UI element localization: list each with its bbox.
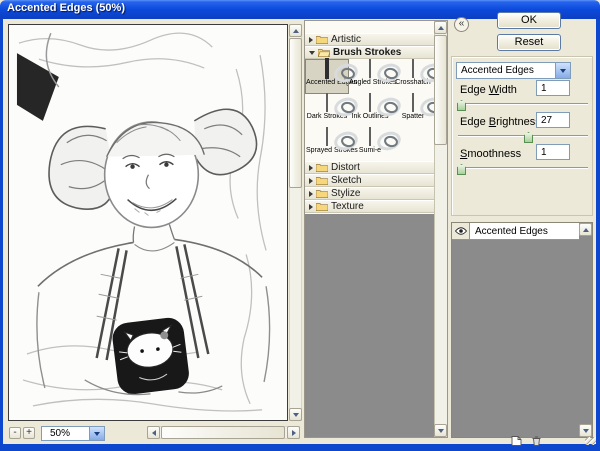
category-stylize[interactable]: Stylize <box>305 187 435 200</box>
fx-vscroll-up-icon[interactable] <box>579 223 592 236</box>
browser-vscroll-up-icon[interactable] <box>434 21 447 34</box>
filter-thumbnail-grid: Accented Edges Angled Strokes Crosshatch… <box>305 58 435 161</box>
collapse-thumbnails-icon[interactable] <box>454 17 469 32</box>
folder-icon <box>316 203 328 211</box>
filter-thumbnail-image <box>412 59 414 78</box>
filter-thumb-crosshatch[interactable]: Crosshatch <box>392 59 434 93</box>
category-label: Artistic <box>331 34 361 45</box>
smoothness-slider-track[interactable] <box>458 167 588 169</box>
smoothness-label: Smoothness <box>460 148 522 160</box>
expand-arrow-icon <box>309 164 313 171</box>
filter-thumbnail-image <box>326 127 328 146</box>
resize-grip[interactable] <box>585 437 596 445</box>
effect-layer-row[interactable]: Accented Edges <box>452 223 579 240</box>
preview-vscroll-down-icon[interactable] <box>289 408 302 421</box>
smoothness-input[interactable] <box>536 144 570 160</box>
collapse-arrow-icon <box>309 50 315 55</box>
zoom-level-value: 50% <box>50 428 71 439</box>
category-label: Distort <box>331 162 360 173</box>
filter-dropdown-arrow-icon[interactable] <box>555 63 570 78</box>
edge-width-input[interactable] <box>536 80 570 96</box>
browser-empty-area <box>305 214 435 437</box>
filter-browser-panel: Artistic Brush Strokes Accented Edges An… <box>304 20 448 438</box>
filter-thumb-dark-strokes[interactable]: Dark Strokes <box>306 93 348 127</box>
filter-thumbnail-image <box>326 93 328 112</box>
edge-brightness-input[interactable] <box>536 112 570 128</box>
fx-vscroll-down-icon[interactable] <box>579 424 592 437</box>
delete-effect-layer-icon[interactable] <box>532 436 541 446</box>
zoom-level-dropdown[interactable]: 50% <box>41 426 105 441</box>
edge-width-label: Edge Width <box>460 84 517 96</box>
filter-thumb-ink-outlines[interactable]: Ink Outlines <box>349 93 391 127</box>
zoom-out-button[interactable]: - <box>9 427 21 439</box>
category-sketch[interactable]: Sketch <box>305 174 435 187</box>
preview-hscroll-thumb[interactable] <box>161 426 285 439</box>
window-border-bottom <box>0 444 600 451</box>
effect-layers-panel: Accented Edges <box>451 222 593 438</box>
category-label: Brush Strokes <box>333 47 402 58</box>
category-artistic[interactable]: Artistic <box>305 33 435 46</box>
filter-thumb-sumi-e[interactable]: Sumi-e <box>349 127 391 161</box>
filter-thumbnail-image <box>369 93 371 112</box>
folder-icon <box>316 36 328 44</box>
folder-icon <box>316 190 328 198</box>
category-texture[interactable]: Texture <box>305 200 435 213</box>
browser-vscroll-down-icon[interactable] <box>434 424 447 437</box>
preview-vscroll-up-icon[interactable] <box>289 24 302 37</box>
preview-hscroll-left-icon[interactable] <box>147 426 160 439</box>
filter-thumbnail-image <box>369 59 371 78</box>
zoom-dropdown-arrow-icon[interactable] <box>89 427 104 440</box>
eye-icon <box>454 227 467 235</box>
preview-pane[interactable] <box>8 24 288 421</box>
filter-thumbnail-image <box>325 58 329 79</box>
folder-icon <box>316 177 328 185</box>
filter-thumb-sprayed-strokes[interactable]: Sprayed Strokes <box>306 127 358 161</box>
reset-button[interactable]: Reset <box>497 34 561 51</box>
browser-vscroll-thumb[interactable] <box>434 35 447 145</box>
window-title: Accented Edges (50%) <box>7 2 125 14</box>
new-effect-layer-icon[interactable] <box>511 436 522 446</box>
preview-hscroll-right-icon[interactable] <box>287 426 300 439</box>
filter-thumbnail-image <box>369 127 371 146</box>
filter-thumbnail-image <box>412 93 414 112</box>
filter-thumb-spatter[interactable]: Spatter <box>392 93 434 127</box>
expand-arrow-icon <box>309 203 313 210</box>
open-folder-icon <box>318 49 330 57</box>
folder-icon <box>316 164 328 172</box>
window-border-right <box>596 19 600 451</box>
edge-brightness-label: Edge Brightness <box>460 116 541 128</box>
visibility-toggle[interactable] <box>452 223 470 239</box>
expand-arrow-icon <box>309 177 313 184</box>
expand-arrow-icon <box>309 36 313 43</box>
filter-thumb-accented-edges[interactable]: Accented Edges <box>305 58 357 94</box>
preview-vscroll-thumb[interactable] <box>289 38 302 188</box>
category-label: Sketch <box>331 175 362 186</box>
window-border-left <box>0 19 3 451</box>
filter-select-dropdown[interactable]: Accented Edges <box>456 62 571 79</box>
filter-select-value: Accented Edges <box>461 65 534 76</box>
expand-arrow-icon <box>309 190 313 197</box>
category-distort[interactable]: Distort <box>305 161 435 174</box>
edge-width-slider-track[interactable] <box>458 103 588 105</box>
preview-image <box>9 25 287 420</box>
category-label: Texture <box>331 201 364 212</box>
category-label: Stylize <box>331 188 361 199</box>
filter-gallery-dialog: Accented Edges (50%) - + 50% Artistic Br… <box>0 0 600 451</box>
effect-layer-name: Accented Edges <box>475 226 548 237</box>
zoom-in-button[interactable]: + <box>23 427 35 439</box>
ok-button[interactable]: OK <box>497 12 561 29</box>
filter-thumb-angled-strokes[interactable]: Angled Strokes <box>349 59 396 93</box>
edge-brightness-slider-track[interactable] <box>458 135 588 137</box>
